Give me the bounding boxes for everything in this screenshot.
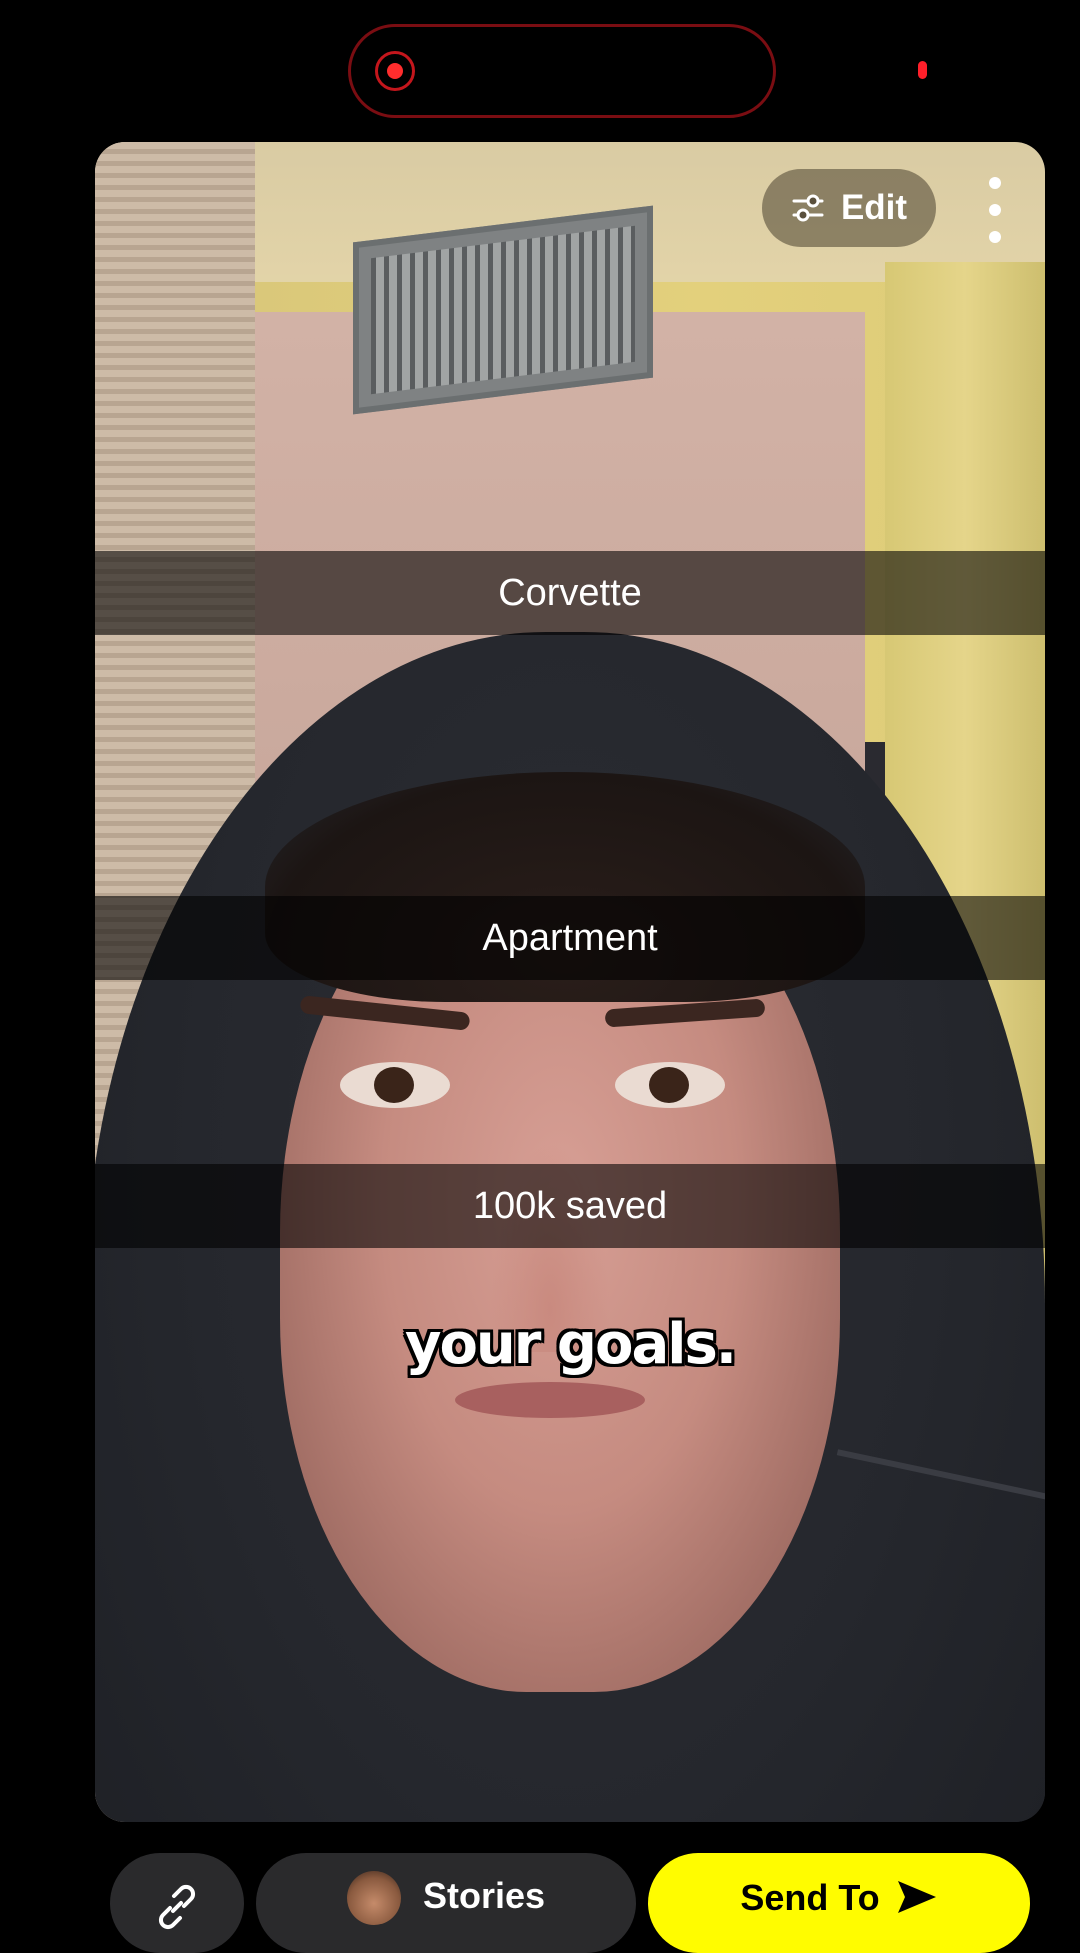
link-icon [158,1884,196,1930]
edit-button[interactable]: Edit [762,169,936,247]
mic-indicator-icon [918,61,927,79]
attach-link-button[interactable] [110,1853,244,1953]
stories-button-label: Stories [422,1875,546,1916]
edit-button-label: Edit [840,188,908,227]
send-arrow-icon [897,1881,936,1913]
more-options-button[interactable] [975,177,1015,243]
caption-bar-savings[interactable]: 100k saved [95,1164,1045,1248]
caption-bar-apartment[interactable]: Apartment [95,896,1045,980]
sliders-icon [792,194,824,222]
snap-preview[interactable]: Corvette Apartment 100k saved your goals… [95,142,1045,1822]
camera-photo [95,142,1045,1822]
bottom-action-bar: Stories Send To [0,1853,1080,1953]
stories-button[interactable]: Stories [256,1853,636,1953]
record-dot-icon [375,51,415,91]
caption-bar-corvette[interactable]: Corvette [95,551,1045,635]
more-vertical-icon [989,177,1001,189]
bitmoji-avatar-icon [346,1871,401,1925]
video-subtitle: your goals. [404,1312,737,1377]
recording-pill [348,24,776,118]
send-to-button-label: Send To [740,1877,880,1918]
send-to-button[interactable]: Send To [648,1853,1030,1953]
